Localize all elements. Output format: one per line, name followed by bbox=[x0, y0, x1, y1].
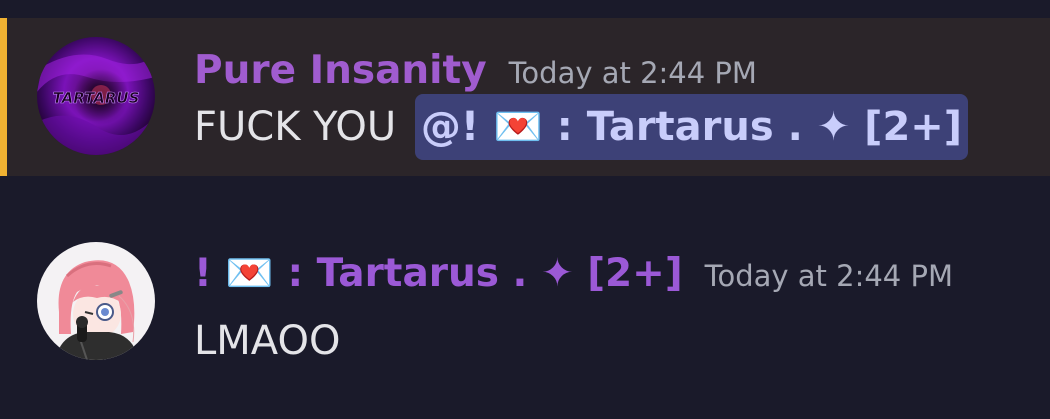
author-name[interactable]: ! 💌 : Tartarus . ✦ [2+] bbox=[194, 251, 683, 296]
message-header: ! 💌 : Tartarus . ✦ [2+] Today at 2:44 PM bbox=[194, 250, 953, 302]
avatar-image: TARTARUS bbox=[37, 37, 155, 155]
message-text: FUCK YOU bbox=[194, 104, 397, 150]
avatar-logo-text: TARTARUS bbox=[53, 89, 140, 107]
message-content: FUCK YOU @! 💌 : Tartarus . ✦ [2+] bbox=[194, 94, 969, 160]
user-mention[interactable]: @! 💌 : Tartarus . ✦ [2+] bbox=[414, 94, 969, 160]
mention-highlight-bar bbox=[0, 18, 7, 176]
message-header: Pure Insanity Today at 2:44 PM bbox=[194, 48, 757, 100]
avatar-image bbox=[37, 242, 155, 360]
message-timestamp[interactable]: Today at 2:44 PM bbox=[705, 259, 953, 293]
author-name[interactable]: Pure Insanity bbox=[194, 48, 487, 93]
avatar[interactable]: TARTARUS bbox=[37, 37, 155, 155]
chat-message-list: TARTARUS Pure Insanity Today at 2:44 PM F… bbox=[0, 0, 1050, 419]
avatar[interactable] bbox=[37, 242, 155, 360]
message-item[interactable]: ! 💌 : Tartarus . ✦ [2+] Today at 2:44 PM … bbox=[0, 226, 1050, 376]
message-timestamp[interactable]: Today at 2:44 PM bbox=[509, 56, 757, 90]
message-item-highlighted[interactable]: TARTARUS Pure Insanity Today at 2:44 PM F… bbox=[0, 18, 1050, 176]
message-text: LMAOO bbox=[194, 318, 341, 364]
message-content: LMAOO bbox=[194, 318, 340, 364]
